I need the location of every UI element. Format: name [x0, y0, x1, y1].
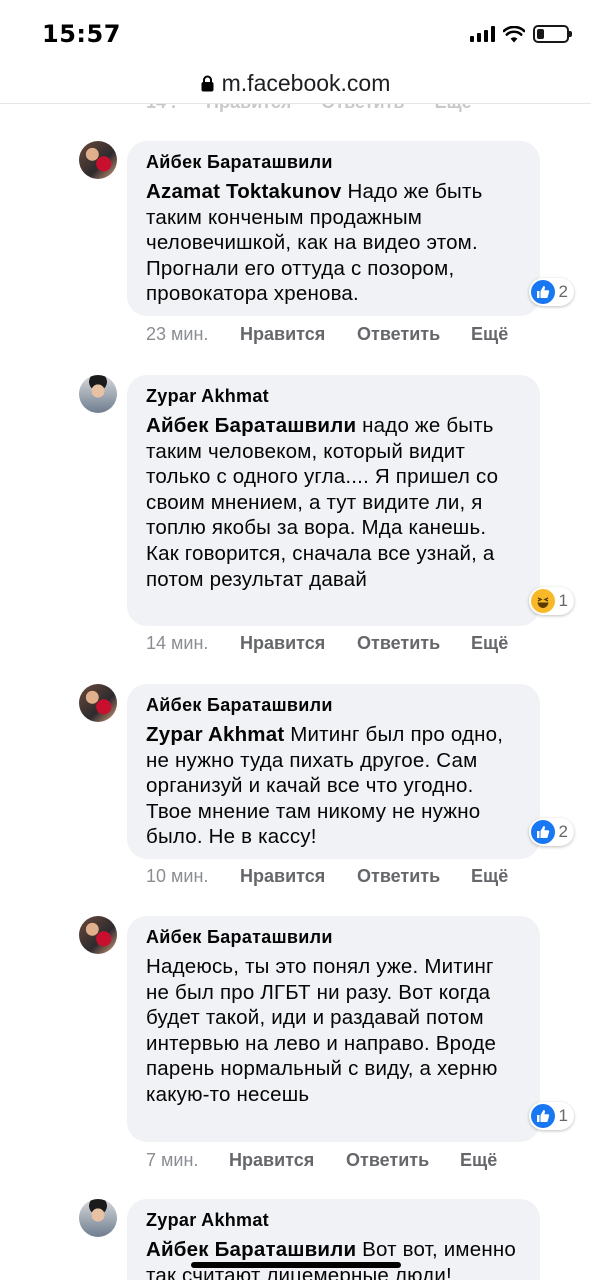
status-icons	[470, 25, 572, 43]
comment-author[interactable]: Айбек Бараташвили	[146, 151, 522, 173]
like-button[interactable]: Нравится	[240, 633, 357, 654]
like-reaction-icon	[530, 1104, 555, 1128]
cellular-signal-icon	[470, 26, 495, 42]
reaction-count: 1	[558, 1106, 568, 1125]
comment-bubble: Айбек Бараташвили Надеюсь, ты это понял …	[127, 916, 540, 1142]
more-button[interactable]: Ещё	[460, 1150, 497, 1171]
comment-actions: 7 мин. Нравится Ответить Ещё	[146, 1150, 497, 1171]
comment-time[interactable]: 10 мин.	[146, 866, 240, 887]
more-button[interactable]: Ещё	[471, 866, 508, 887]
comment-actions: 14 мин. Нравится Ответить Ещё	[146, 633, 508, 654]
comment-time[interactable]: 14 мин.	[146, 633, 240, 654]
avatar[interactable]	[79, 1199, 117, 1237]
url-text: m.facebook.com	[221, 70, 391, 96]
comment-time[interactable]: 23 мин.	[146, 324, 240, 345]
reaction-summary[interactable]: 2	[528, 278, 574, 306]
reaction-count: 2	[558, 822, 568, 841]
avatar[interactable]	[79, 684, 117, 722]
mention-link[interactable]: Айбек Бараташвили	[146, 1238, 356, 1261]
avatar[interactable]	[79, 141, 117, 179]
more-button[interactable]: Ещё	[471, 633, 508, 654]
status-time: 15:57	[42, 20, 121, 48]
comment-bubble: Айбек Бараташвили Zypar Akhmat Митинг бы…	[127, 684, 540, 859]
comment-body: Надеюсь, ты это понял уже. Митинг не был…	[146, 955, 498, 1106]
comment-text: Айбек Бараташвили надо же быть таким чел…	[146, 413, 522, 592]
like-button[interactable]: Нравится	[229, 1150, 346, 1171]
mention-link[interactable]: Айбек Бараташвили	[146, 414, 356, 437]
comment-text: Надеюсь, ты это понял уже. Митинг не был…	[146, 954, 522, 1108]
avatar[interactable]	[79, 375, 117, 413]
reaction-summary[interactable]: 1	[528, 1102, 574, 1130]
like-reaction-icon	[530, 820, 555, 844]
comment-bubble: Zypar Akhmat Айбек Бараташвили надо же б…	[127, 375, 540, 626]
comment-author[interactable]: Zypar Akhmat	[146, 385, 522, 407]
comment-body: надо же быть таким человеком, который ви…	[146, 414, 499, 591]
reply-button[interactable]: Ответить	[357, 866, 471, 887]
mention-link[interactable]: Zypar Akhmat	[146, 723, 284, 746]
more-button[interactable]: Ещё	[471, 324, 508, 345]
battery-icon	[533, 25, 572, 43]
comment-text: Zypar Akhmat Митинг был про одно, не нуж…	[146, 722, 522, 850]
address-bar[interactable]: m.facebook.com	[0, 64, 591, 104]
status-bar: 15:57	[0, 0, 591, 64]
comment-bubble: Айбек Бараташвили Azamat Toktakunov Надо…	[127, 141, 540, 316]
comment-text: Azamat Toktakunov Надо же быть таким кон…	[146, 179, 522, 307]
comment-author[interactable]: Айбек Бараташвили	[146, 926, 522, 948]
comment-actions: 23 мин. Нравится Ответить Ещё	[146, 324, 508, 345]
like-button[interactable]: Нравится	[240, 324, 357, 345]
like-button[interactable]: Нравится	[240, 866, 357, 887]
comment-actions: 10 мин. Нравится Ответить Ещё	[146, 866, 508, 887]
reply-button[interactable]: Ответить	[357, 324, 471, 345]
comment-author[interactable]: Zypar Akhmat	[146, 1209, 522, 1231]
comment-text: Айбек Бараташвили Вот вот, именно так сч…	[146, 1237, 522, 1280]
reaction-count: 1	[558, 591, 568, 610]
reaction-count: 2	[558, 282, 568, 301]
reaction-summary[interactable]: 1	[528, 587, 574, 615]
comments-feed[interactable]: 14 . Нравится Ответить Ещё Айбек Бараташ…	[0, 86, 591, 1280]
reaction-summary[interactable]: 2	[528, 818, 574, 846]
reply-button[interactable]: Ответить	[346, 1150, 460, 1171]
avatar[interactable]	[79, 916, 117, 954]
wifi-icon	[503, 25, 525, 42]
comment-time[interactable]: 7 мин.	[146, 1150, 229, 1171]
reply-button[interactable]: Ответить	[357, 633, 471, 654]
like-reaction-icon	[530, 280, 555, 304]
home-indicator[interactable]	[191, 1262, 401, 1268]
lock-icon	[201, 75, 214, 92]
comment-author[interactable]: Айбек Бараташвили	[146, 694, 522, 716]
haha-reaction-icon	[530, 589, 555, 613]
mention-link[interactable]: Azamat Toktakunov	[146, 180, 342, 203]
